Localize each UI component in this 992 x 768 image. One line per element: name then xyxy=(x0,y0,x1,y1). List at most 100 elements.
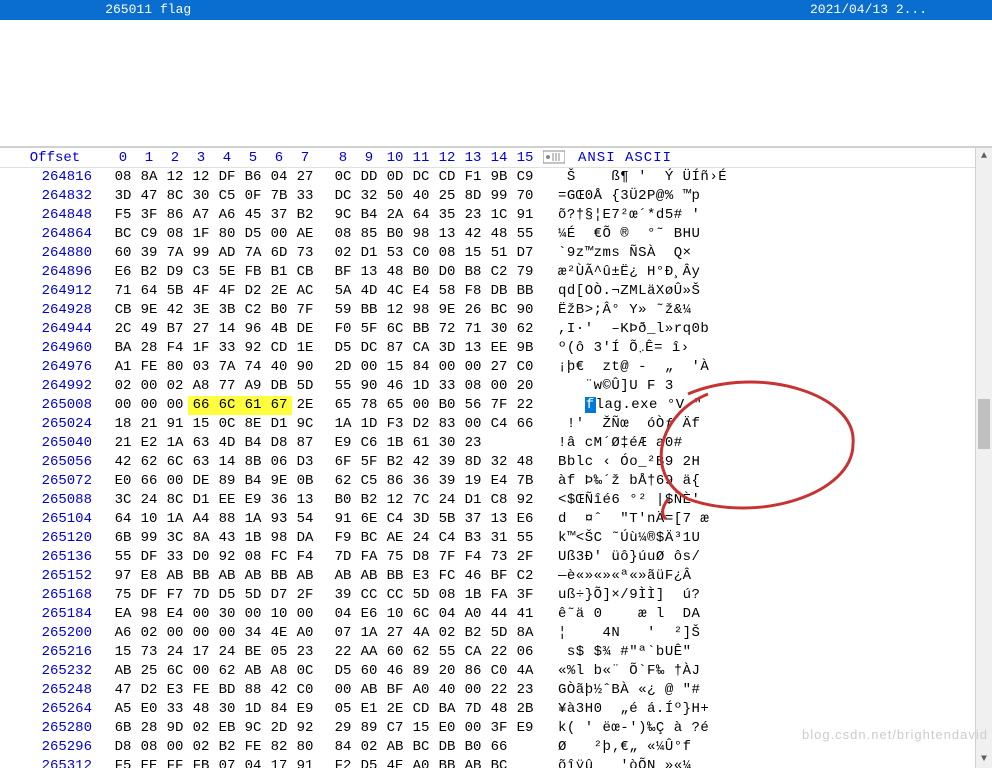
hex-byte[interactable]: 70 xyxy=(512,187,538,206)
hex-byte[interactable]: A9 xyxy=(240,377,266,396)
hex-byte[interactable]: 44 xyxy=(486,605,512,624)
hex-byte[interactable]: 1B xyxy=(382,434,408,453)
hex-byte[interactable]: 58 xyxy=(434,282,460,301)
hex-byte[interactable]: 1D xyxy=(240,700,266,719)
hex-byte[interactable]: 08 xyxy=(110,168,136,187)
hex-byte[interactable]: 14 xyxy=(214,453,240,472)
hex-byte[interactable]: 99 xyxy=(486,187,512,206)
hex-byte[interactable]: 89 xyxy=(408,662,434,681)
hex-byte[interactable]: 8A xyxy=(188,529,214,548)
hex-byte[interactable]: 7F xyxy=(486,396,512,415)
hex-byte[interactable]: 43 xyxy=(214,529,240,548)
hex-row[interactable]: 264896E6B2D9C35EFBB1CBBF1348B0D0B8C279æ²… xyxy=(0,263,975,282)
hex-byte[interactable]: 0C xyxy=(292,662,318,681)
hex-byte[interactable]: 62 xyxy=(136,453,162,472)
hex-byte[interactable]: 33 xyxy=(434,377,460,396)
hex-byte[interactable]: 80 xyxy=(292,738,318,757)
hex-byte[interactable]: DC xyxy=(330,187,356,206)
hex-byte[interactable]: 04 xyxy=(240,757,266,768)
hex-byte[interactable]: 97 xyxy=(110,567,136,586)
hex-byte[interactable]: 66 xyxy=(188,396,214,415)
hex-byte[interactable]: B7 xyxy=(162,320,188,339)
hex-byte[interactable]: A6 xyxy=(214,206,240,225)
hex-byte[interactable]: 42 xyxy=(266,681,292,700)
hex-byte[interactable]: F8 xyxy=(460,282,486,301)
hex-byte[interactable]: 15 xyxy=(460,244,486,263)
hex-byte[interactable]: 92 xyxy=(292,719,318,738)
hex-byte[interactable]: 08 xyxy=(460,377,486,396)
hex-byte[interactable]: 55 xyxy=(110,548,136,567)
hex-row[interactable]: 26504021E21A634DB4D887E9C61B613023 !â cM… xyxy=(0,434,975,453)
hex-byte[interactable]: BA xyxy=(434,700,460,719)
hex-byte[interactable]: 9C xyxy=(330,206,356,225)
hex-byte[interactable]: 08 xyxy=(162,225,188,244)
hex-byte[interactable]: 5F xyxy=(356,320,382,339)
hex-byte[interactable]: 59 xyxy=(330,301,356,320)
hex-byte[interactable]: 8A xyxy=(136,168,162,187)
hex-byte[interactable]: 42 xyxy=(162,301,188,320)
hex-byte[interactable]: C7 xyxy=(382,719,408,738)
hex-byte[interactable]: 08 xyxy=(136,738,162,757)
hex-byte[interactable]: 60 xyxy=(382,643,408,662)
hex-byte[interactable]: DB xyxy=(434,738,460,757)
hex-byte[interactable]: 42 xyxy=(408,453,434,472)
hex-byte[interactable] xyxy=(512,434,538,453)
hex-byte[interactable]: 21 xyxy=(110,434,136,453)
hex-byte[interactable]: 98 xyxy=(266,529,292,548)
hex-byte[interactable]: D1 xyxy=(266,415,292,434)
hex-byte[interactable]: C8 xyxy=(486,491,512,510)
ascii-cell[interactable]: æ²ÙÃ^û±Ë¿ H°Ð¸Ây xyxy=(538,263,700,282)
hex-byte[interactable]: 48 xyxy=(486,225,512,244)
hex-byte[interactable]: AE xyxy=(382,529,408,548)
hex-byte[interactable]: 91 xyxy=(292,757,318,768)
hex-byte[interactable]: 83 xyxy=(434,415,460,434)
hex-byte[interactable]: 7C xyxy=(408,491,434,510)
hex-byte[interactable]: A4 xyxy=(188,510,214,529)
hex-byte[interactable]: C6 xyxy=(356,434,382,453)
hex-byte[interactable]: FB xyxy=(188,757,214,768)
hex-byte[interactable]: AB xyxy=(356,567,382,586)
hex-byte[interactable]: C0 xyxy=(292,681,318,700)
hex-byte[interactable]: B0 xyxy=(408,263,434,282)
hex-byte[interactable]: 10 xyxy=(382,605,408,624)
hex-byte[interactable]: 7A xyxy=(240,244,266,263)
hex-byte[interactable]: 1A xyxy=(330,415,356,434)
hex-byte[interactable]: 1D xyxy=(408,377,434,396)
hex-byte[interactable]: 3F xyxy=(512,586,538,605)
hex-byte[interactable]: F3 xyxy=(382,415,408,434)
hex-byte[interactable]: 0F xyxy=(240,187,266,206)
hex-byte[interactable]: 5A xyxy=(330,282,356,301)
hex-byte[interactable]: 22 xyxy=(330,643,356,662)
hex-byte[interactable]: 3E xyxy=(188,301,214,320)
hex-byte[interactable]: DF xyxy=(136,548,162,567)
hex-byte[interactable]: 6B xyxy=(110,529,136,548)
hex-byte[interactable]: 75 xyxy=(110,586,136,605)
hex-byte[interactable]: 0B xyxy=(292,472,318,491)
hex-byte[interactable]: 40 xyxy=(266,358,292,377)
hex-byte[interactable]: 00 xyxy=(292,605,318,624)
hex-byte[interactable]: 92 xyxy=(240,339,266,358)
hex-byte[interactable]: AA xyxy=(356,643,382,662)
hex-byte[interactable]: 5D xyxy=(408,586,434,605)
hex-byte[interactable]: 10 xyxy=(136,510,162,529)
hex-byte[interactable]: C9 xyxy=(512,168,538,187)
hex-byte[interactable]: FC xyxy=(434,567,460,586)
hex-byte[interactable]: 7D xyxy=(460,700,486,719)
hex-byte[interactable]: 9E xyxy=(136,301,162,320)
hex-byte[interactable]: 6C xyxy=(214,396,240,415)
hex-byte[interactable]: B4 xyxy=(240,434,266,453)
ascii-cell[interactable]: õîÿû 'òÕN »«¼ xyxy=(538,757,692,768)
hex-byte[interactable]: 63 xyxy=(188,453,214,472)
hex-byte[interactable]: 28 xyxy=(136,719,162,738)
hex-byte[interactable] xyxy=(512,738,538,757)
hex-byte[interactable]: CB xyxy=(292,263,318,282)
hex-byte[interactable]: 00 xyxy=(460,415,486,434)
hex-byte[interactable]: BC xyxy=(110,225,136,244)
hex-byte[interactable]: 12 xyxy=(382,491,408,510)
hex-byte[interactable]: 7A xyxy=(214,358,240,377)
hex-byte[interactable]: 34 xyxy=(240,624,266,643)
hex-byte[interactable]: 4E xyxy=(266,624,292,643)
hex-row[interactable]: 2648323D478C30C50F7B33DC325040258D9970=G… xyxy=(0,187,975,206)
hex-byte[interactable]: FA xyxy=(356,548,382,567)
hex-byte[interactable]: 24 xyxy=(136,491,162,510)
